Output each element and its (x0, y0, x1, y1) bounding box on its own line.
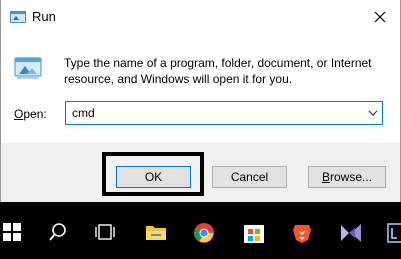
close-icon (374, 11, 386, 23)
search-icon[interactable] (48, 222, 72, 246)
chevron-down-icon (368, 110, 378, 116)
brave-icon[interactable] (291, 222, 315, 246)
file-explorer-icon[interactable] (145, 222, 169, 246)
run-dialog: Run Type the name of a program, folder, … (0, 0, 401, 203)
run-description: Type the name of a program, folder, docu… (64, 56, 372, 86)
open-label: Open: (14, 107, 47, 121)
task-view-icon[interactable] (94, 222, 118, 246)
run-program-icon (13, 56, 43, 80)
title-bar[interactable]: Run (1, 0, 400, 34)
open-dropdown-button[interactable] (364, 102, 382, 124)
open-combobox[interactable] (65, 101, 383, 125)
visual-studio-icon[interactable] (339, 222, 363, 246)
start-icon[interactable] (2, 222, 26, 246)
open-input[interactable] (72, 106, 352, 120)
chrome-icon[interactable] (193, 222, 217, 246)
ok-button-highlight (102, 152, 204, 196)
app-icon[interactable] (387, 222, 401, 246)
store-icon[interactable] (243, 222, 267, 246)
cancel-button[interactable]: Cancel (212, 166, 287, 188)
taskbar (0, 202, 401, 259)
browse-button[interactable]: Browse... (308, 166, 386, 188)
close-button[interactable] (360, 0, 400, 34)
run-title-icon (10, 11, 26, 23)
dialog-title: Run (32, 9, 56, 24)
